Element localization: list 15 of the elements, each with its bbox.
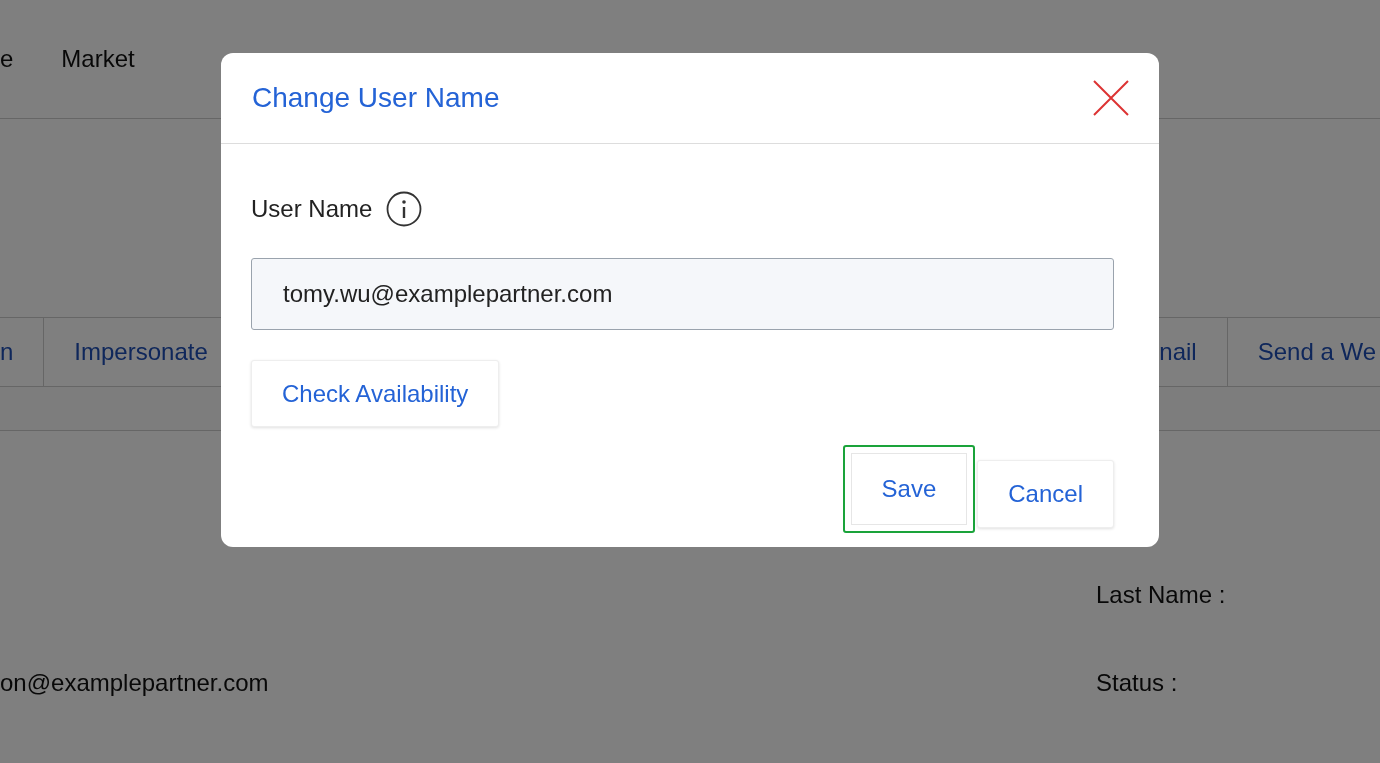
dialog-title: Change User Name [252,82,500,114]
action-tab[interactable]: Send a We [1226,318,1380,386]
field-value: on@examplepartner.com [0,669,270,697]
cancel-button[interactable]: Cancel [977,460,1114,528]
username-field[interactable]: tomy.wu@examplepartner.com [251,258,1114,330]
close-icon[interactable] [1093,80,1129,116]
nav-link[interactable]: Market [61,45,135,73]
save-button[interactable]: Save [842,445,976,533]
field-label: Last Name : [1096,581,1227,609]
field-label: User Name [251,195,373,223]
nav-link[interactable]: e [0,45,14,73]
action-tab[interactable]: n [0,318,45,386]
check-availability-button[interactable]: Check Availability [251,360,500,427]
field-label: Status : [1096,669,1179,697]
info-icon[interactable] [386,191,423,227]
